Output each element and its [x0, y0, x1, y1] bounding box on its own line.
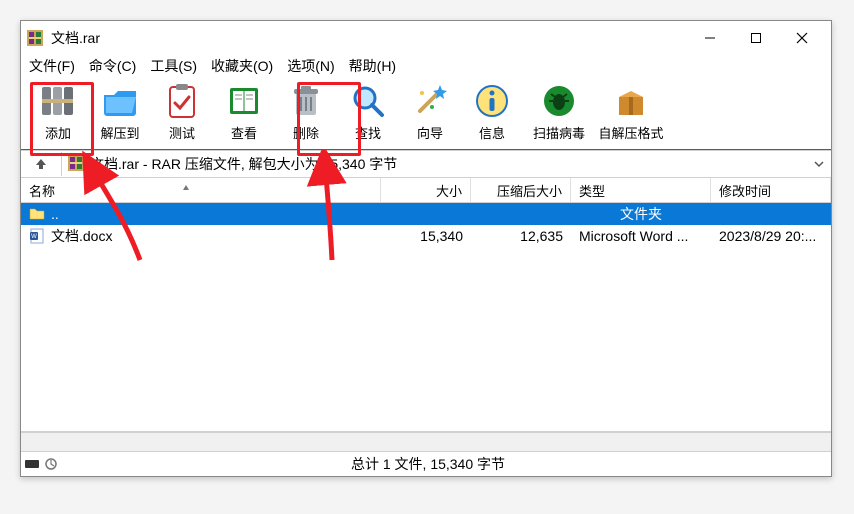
column-headers: 名称 大小 压缩后大小 类型 修改时间	[21, 177, 831, 203]
col-type[interactable]: 类型	[571, 178, 711, 202]
folder-up-icon	[29, 205, 45, 224]
sfx-label: 自解压格式	[598, 123, 663, 142]
extract-label: 解压到	[100, 123, 139, 142]
find-label: 查找	[355, 123, 381, 142]
menu-options[interactable]: 选项(N)	[287, 56, 334, 76]
status-summary: 总计 1 文件, 15,340 字节	[75, 454, 781, 474]
add-button[interactable]: 添加	[27, 79, 89, 145]
col-compressed-text: 压缩后大小	[497, 181, 562, 200]
list-item-file[interactable]: W 文档.docx 15,340 12,635 Microsoft Word .…	[21, 225, 831, 247]
svg-text:W: W	[31, 234, 37, 240]
row-type: Microsoft Word ...	[571, 228, 711, 244]
scan-label: 扫描病毒	[533, 123, 585, 142]
winrar-window: 文档.rar 文件(F) 命令(C) 工具(S) 收藏夹(O) 选项(N) 帮助	[20, 20, 832, 477]
delete-label: 删除	[293, 123, 319, 142]
test-label: 测试	[169, 123, 195, 142]
wizard-button[interactable]: 向导	[399, 79, 461, 145]
maximize-button[interactable]	[733, 23, 779, 53]
menu-file[interactable]: 文件(F)	[29, 56, 75, 76]
close-button[interactable]	[779, 23, 825, 53]
col-size[interactable]: 大小	[381, 178, 471, 202]
info-icon	[472, 81, 512, 121]
window-title: 文档.rar	[51, 28, 100, 48]
winrar-icon	[27, 30, 43, 46]
menu-bar: 文件(F) 命令(C) 工具(S) 收藏夹(O) 选项(N) 帮助(H)	[21, 55, 831, 77]
books-stack-icon	[38, 81, 78, 121]
col-modified-text: 修改时间	[719, 181, 771, 200]
horizontal-scrollbar[interactable]	[21, 432, 831, 451]
col-size-text: 大小	[436, 181, 462, 200]
row-name: 文档.docx	[51, 226, 112, 246]
row-size: 15,340	[381, 228, 471, 244]
col-modified[interactable]: 修改时间	[711, 178, 831, 202]
row-csize: 12,635	[471, 228, 571, 244]
delete-button[interactable]: 删除	[275, 79, 337, 145]
view-button[interactable]: 查看	[213, 79, 275, 145]
status-bar: 总计 1 文件, 15,340 字节	[21, 451, 831, 476]
book-open-icon	[224, 81, 264, 121]
view-label: 查看	[231, 123, 257, 142]
status-icons	[21, 456, 75, 472]
toolbar: 添加 解压到 测试	[21, 77, 831, 150]
col-name[interactable]: 名称	[21, 178, 381, 202]
info-button[interactable]: 信息	[461, 79, 523, 145]
magnifier-icon	[348, 81, 388, 121]
bug-shield-icon	[539, 81, 579, 121]
sfx-button[interactable]: 自解压格式	[595, 79, 667, 145]
path-bar: 文档.rar - RAR 压缩文件, 解包大小为 15,340 字节	[21, 150, 831, 177]
wand-icon	[410, 81, 450, 121]
find-button[interactable]: 查找	[337, 79, 399, 145]
row-name: ..	[51, 206, 59, 222]
col-compressed[interactable]: 压缩后大小	[471, 178, 571, 202]
menu-tools[interactable]: 工具(S)	[150, 56, 197, 76]
col-type-text: 类型	[579, 181, 605, 200]
file-list[interactable]: .. 文件夹 W 文档.docx	[21, 203, 831, 432]
test-button[interactable]: 测试	[151, 79, 213, 145]
row-type: 文件夹	[571, 204, 711, 224]
trash-icon	[286, 81, 326, 121]
menu-command[interactable]: 命令(C)	[89, 56, 136, 76]
clipboard-check-icon	[162, 81, 202, 121]
extract-button[interactable]: 解压到	[89, 79, 151, 145]
folder-open-icon	[100, 81, 140, 121]
box-open-icon	[611, 81, 651, 121]
docx-icon: W	[29, 228, 45, 244]
add-label: 添加	[45, 123, 71, 142]
path-text[interactable]: 文档.rar - RAR 压缩文件, 解包大小为 15,340 字节	[90, 154, 397, 174]
info-label: 信息	[479, 123, 505, 142]
row-date: 2023/8/29 20:...	[711, 228, 831, 244]
list-item-up[interactable]: .. 文件夹	[21, 203, 831, 225]
path-dropdown[interactable]	[807, 158, 831, 170]
wizard-label: 向导	[417, 123, 443, 142]
col-name-text: 名称	[29, 181, 55, 200]
up-button[interactable]	[21, 152, 62, 176]
sort-asc-icon	[181, 183, 191, 193]
scan-button[interactable]: 扫描病毒	[523, 79, 595, 145]
minimize-button[interactable]	[687, 23, 733, 53]
menu-help[interactable]: 帮助(H)	[349, 56, 396, 76]
titlebar: 文档.rar	[21, 21, 831, 55]
menu-favorites[interactable]: 收藏夹(O)	[211, 56, 273, 76]
archive-icon	[68, 155, 84, 174]
